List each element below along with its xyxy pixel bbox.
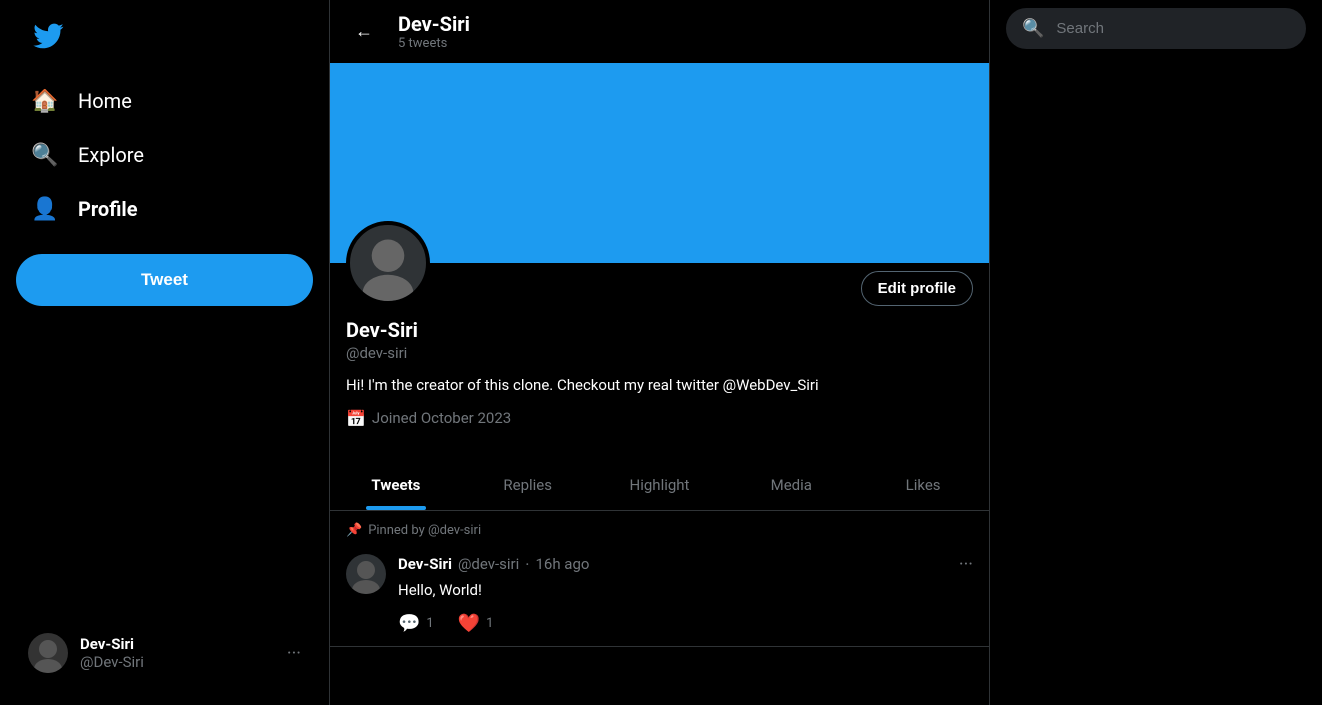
sidebar-item-explore-label: Explore — [78, 143, 144, 167]
sidebar-user-name: Dev-Siri — [80, 635, 275, 653]
tweet-meta: Dev-Siri @dev-siri · 16h ago ··· — [398, 554, 973, 575]
tab-media-label: Media — [771, 476, 812, 494]
reply-count: 1 — [426, 616, 433, 631]
search-box[interactable]: 🔍 — [1006, 8, 1306, 49]
sidebar-item-home[interactable]: 🏠 Home — [16, 76, 313, 126]
explore-icon: 🔍 — [32, 142, 58, 168]
like-count: 1 — [486, 616, 493, 631]
sidebar-avatar-icon — [28, 633, 68, 673]
tweet-author-avatar — [346, 554, 386, 594]
profile-display-name: Dev-Siri — [346, 318, 973, 342]
sidebar-user-avatar — [28, 633, 68, 673]
like-action[interactable]: ❤️ 1 — [458, 613, 494, 634]
tab-highlight-label: Highlight — [630, 476, 690, 494]
reply-icon: 💬 — [398, 613, 420, 634]
search-icon: 🔍 — [1022, 18, 1044, 39]
tweet-avatar-icon — [346, 554, 386, 594]
header-tweets-count: 5 tweets — [398, 36, 470, 51]
tab-likes-label: Likes — [906, 476, 941, 494]
sidebar-item-profile[interactable]: 👤 Profile — [16, 184, 313, 234]
profile-joined: 📅 Joined October 2023 — [346, 409, 973, 428]
tweet-more-options-icon[interactable]: ··· — [959, 554, 973, 575]
header-display-name: Dev-Siri — [398, 12, 470, 36]
sidebar-item-home-label: Home — [78, 89, 132, 113]
twitter-bird-icon — [32, 20, 64, 52]
tweet-dot-separator: · — [525, 555, 529, 574]
sidebar-item-profile-label: Profile — [78, 197, 138, 221]
pin-icon: 📌 — [346, 523, 362, 538]
tab-highlight[interactable]: Highlight — [594, 460, 726, 510]
profile-joined-text: Joined October 2023 — [372, 409, 511, 427]
profile-header-bar: ← Dev-Siri 5 tweets — [330, 0, 989, 63]
tab-media[interactable]: Media — [725, 460, 857, 510]
tab-replies[interactable]: Replies — [462, 460, 594, 510]
twitter-logo — [16, 8, 313, 68]
tweet-button[interactable]: Tweet — [16, 254, 313, 306]
main-content: ← Dev-Siri 5 tweets Edit profile Dev-Sir… — [330, 0, 990, 705]
avatar-edit-row: Edit profile — [346, 263, 973, 306]
nav-menu: 🏠 Home 🔍 Explore 👤 Profile Tweet — [16, 76, 313, 621]
tweet-body: Dev-Siri @dev-siri · 16h ago ··· Hello, … — [398, 554, 973, 635]
home-icon: 🏠 — [32, 88, 58, 114]
tab-tweets-label: Tweets — [371, 476, 420, 494]
right-sidebar: 🔍 — [990, 0, 1322, 705]
pinned-label: 📌 Pinned by @dev-siri — [330, 511, 989, 542]
tweet-author-handle: @dev-siri — [458, 555, 519, 573]
edit-profile-button[interactable]: Edit profile — [861, 271, 973, 306]
sidebar-user-card[interactable]: Dev-Siri @Dev-Siri ··· — [16, 621, 313, 685]
profile-bio: Hi! I'm the creator of this clone. Check… — [346, 374, 973, 397]
tweet-time: 16h ago — [535, 555, 589, 573]
tweets-section: 📌 Pinned by @dev-siri Dev-Siri @dev-siri… — [330, 511, 989, 648]
profile-handle: @dev-siri — [346, 344, 973, 362]
tweet-actions: 💬 1 ❤️ 1 — [398, 613, 973, 634]
profile-tabs: Tweets Replies Highlight Media Likes — [330, 460, 989, 511]
heart-icon: ❤️ — [458, 613, 480, 634]
tab-replies-label: Replies — [503, 476, 552, 494]
search-input[interactable] — [1056, 20, 1290, 37]
profile-avatar-icon — [350, 225, 426, 301]
calendar-icon: 📅 — [346, 409, 366, 428]
tweet-author-name: Dev-Siri — [398, 555, 452, 573]
reply-action[interactable]: 💬 1 — [398, 613, 434, 634]
back-arrow-icon: ← — [355, 21, 373, 42]
profile-icon: 👤 — [32, 196, 58, 222]
profile-avatar — [346, 221, 430, 305]
sidebar: 🏠 Home 🔍 Explore 👤 Profile Tweet Dev-Sir… — [0, 0, 330, 705]
tab-tweets[interactable]: Tweets — [330, 460, 462, 510]
sidebar-user-info: Dev-Siri @Dev-Siri — [80, 635, 275, 671]
profile-info-section: Edit profile Dev-Siri @dev-siri Hi! I'm … — [330, 263, 989, 460]
tweet-text: Hello, World! — [398, 579, 973, 602]
tweet-card[interactable]: Dev-Siri @dev-siri · 16h ago ··· Hello, … — [330, 542, 989, 648]
header-title: Dev-Siri 5 tweets — [398, 12, 470, 51]
sidebar-item-explore[interactable]: 🔍 Explore — [16, 130, 313, 180]
sidebar-user-handle: @Dev-Siri — [80, 653, 275, 671]
back-button[interactable]: ← — [346, 14, 382, 50]
tab-likes[interactable]: Likes — [857, 460, 989, 510]
profile-banner — [330, 63, 989, 263]
user-more-options-icon[interactable]: ··· — [287, 643, 301, 664]
pinned-label-text: Pinned by @dev-siri — [368, 523, 481, 538]
